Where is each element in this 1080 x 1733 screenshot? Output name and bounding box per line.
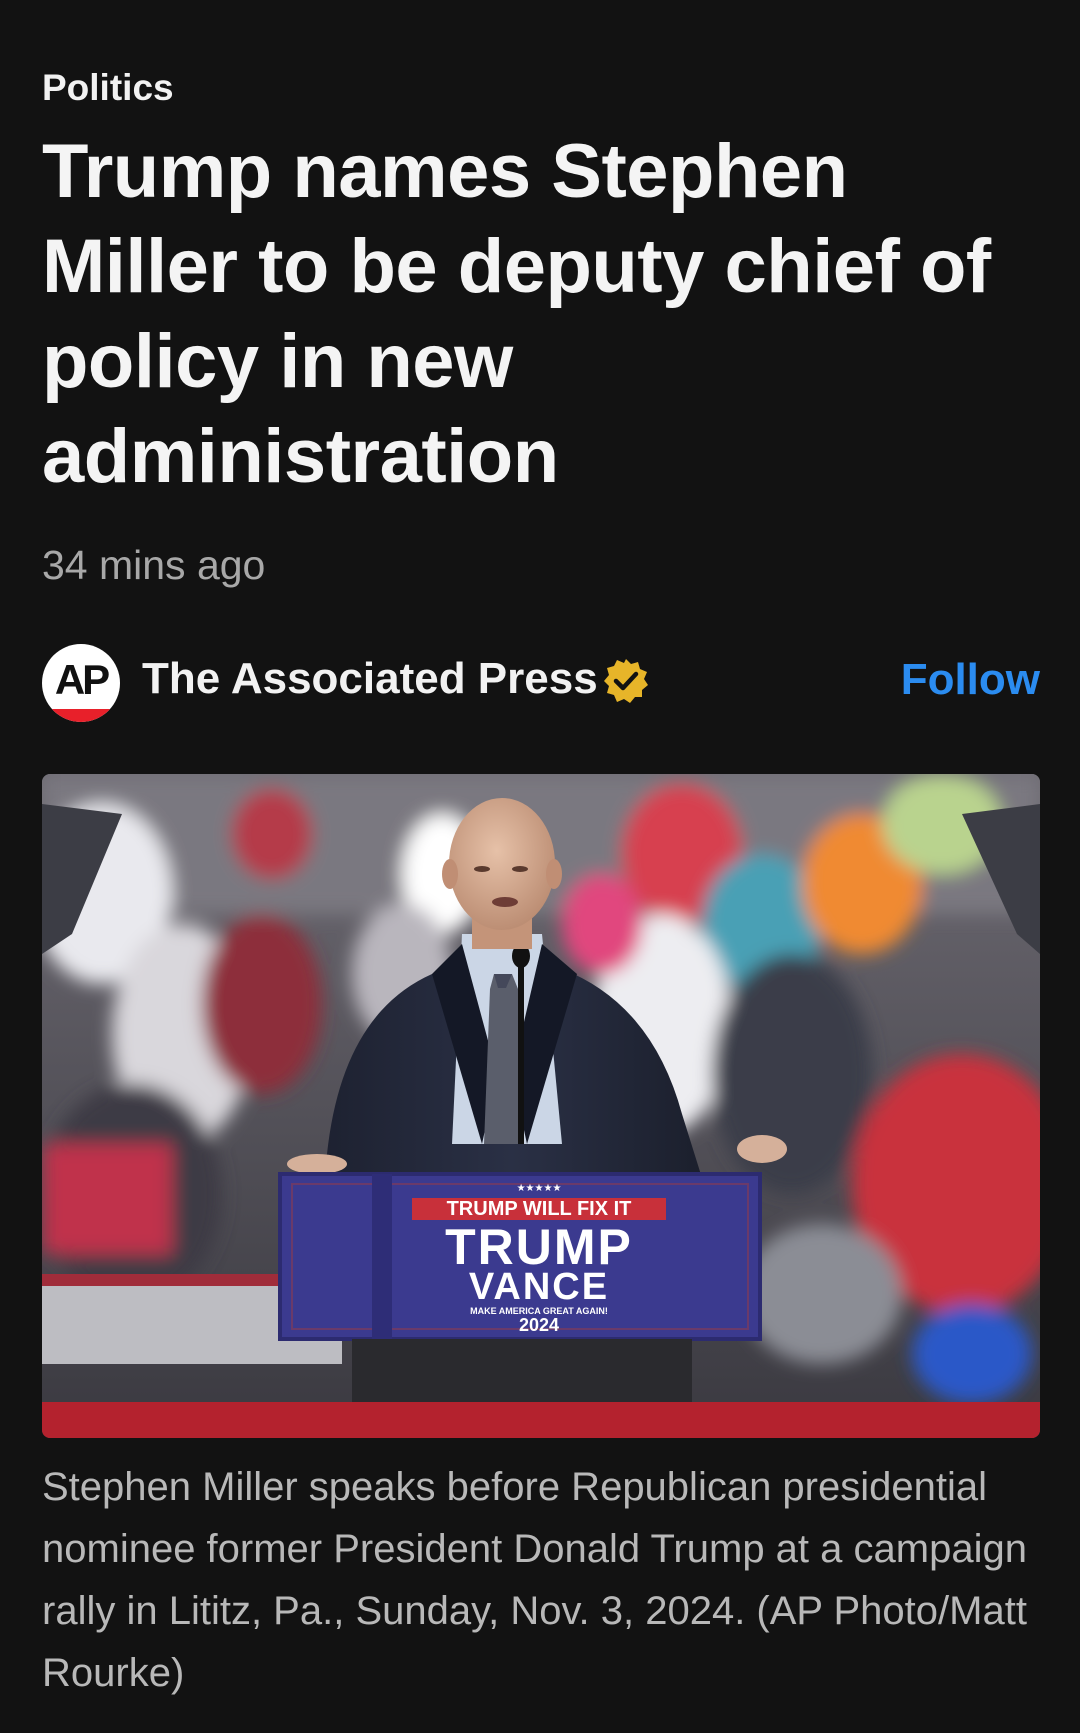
verified-badge-icon [604,659,648,703]
podium-stars: ★★★★★ [517,1183,562,1194]
publish-timestamp: 34 mins ago [42,542,266,588]
photo-illustration: ★★★★★ TRUMP WILL FIX IT TRUMP VANCE MAKE… [42,774,1040,1438]
podium-slogan: TRUMP WILL FIX IT [447,1198,632,1220]
article-headline: Trump names Stephen Miller to be deputy … [42,129,991,499]
source-name[interactable]: The Associated Press [142,652,598,706]
ap-logo-red-bar [42,709,120,722]
category-label[interactable]: Politics [42,66,174,110]
ap-logo[interactable]: AP [42,644,120,722]
podium-year: 2024 [519,1315,559,1335]
article-photo[interactable]: ★★★★★ TRUMP WILL FIX IT TRUMP VANCE MAKE… [42,774,1040,1438]
source-row: AP The Associated Press Follow [42,642,1040,722]
ap-logo-text: AP [54,656,110,703]
photo-caption: Stephen Miller speaks before Republican … [42,1465,1027,1695]
follow-button[interactable]: Follow [901,652,1040,708]
podium-name-2: VANCE [469,1266,609,1308]
